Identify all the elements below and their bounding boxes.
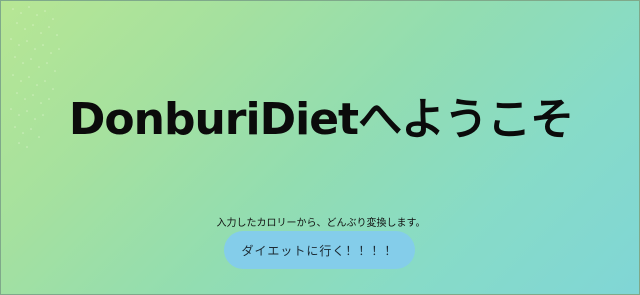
go-diet-button[interactable]: ダイエットに行く！！！！ <box>224 231 415 269</box>
page-subtitle: 入力したカロリーから、どんぶり変換します。 <box>216 218 426 229</box>
page-title: DonburiDietへようこそ <box>68 94 574 146</box>
welcome-screen: DonburiDietへようこそ 入力したカロリーから、どんぶり変換します。 ダ… <box>0 0 640 295</box>
